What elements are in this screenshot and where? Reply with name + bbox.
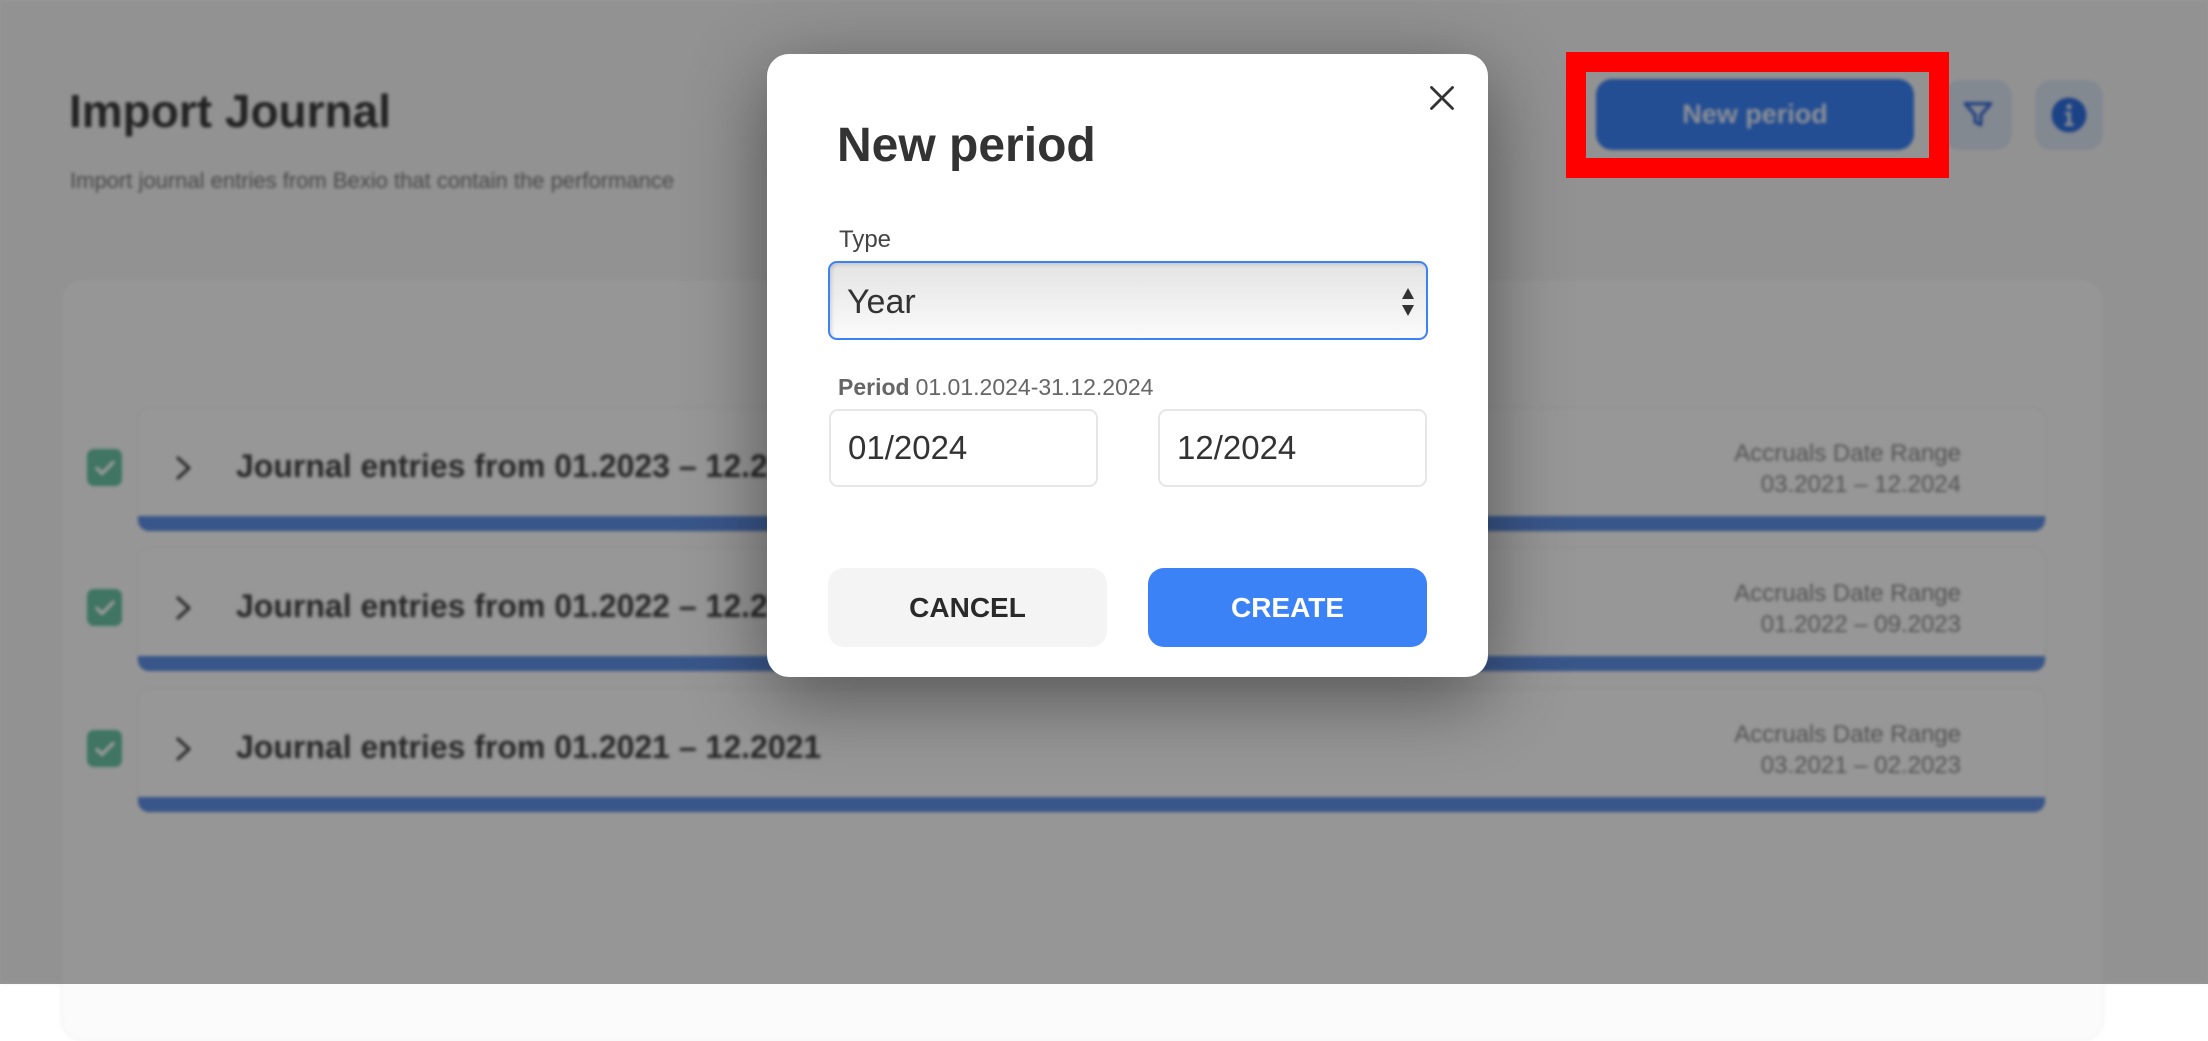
close-icon[interactable] — [1428, 84, 1456, 112]
dialog-title: New period — [837, 119, 1096, 172]
new-period-dialog: New period Type Year Period 01.01.2024-31… — [767, 54, 1488, 677]
period-label: Period 01.01.2024-31.12.2024 — [838, 374, 1153, 401]
type-select-value: Year — [847, 283, 916, 321]
type-select[interactable]: Year — [828, 261, 1428, 340]
period-label-title: Period — [838, 374, 910, 400]
end-month-input[interactable] — [1158, 409, 1427, 487]
select-arrows-icon — [1402, 288, 1414, 316]
create-button[interactable]: CREATE — [1148, 568, 1427, 647]
type-label: Type — [839, 226, 892, 253]
cancel-button[interactable]: CANCEL — [828, 568, 1107, 647]
period-range-value: 01.01.2024-31.12.2024 — [915, 374, 1154, 400]
start-month-input[interactable] — [829, 409, 1098, 487]
